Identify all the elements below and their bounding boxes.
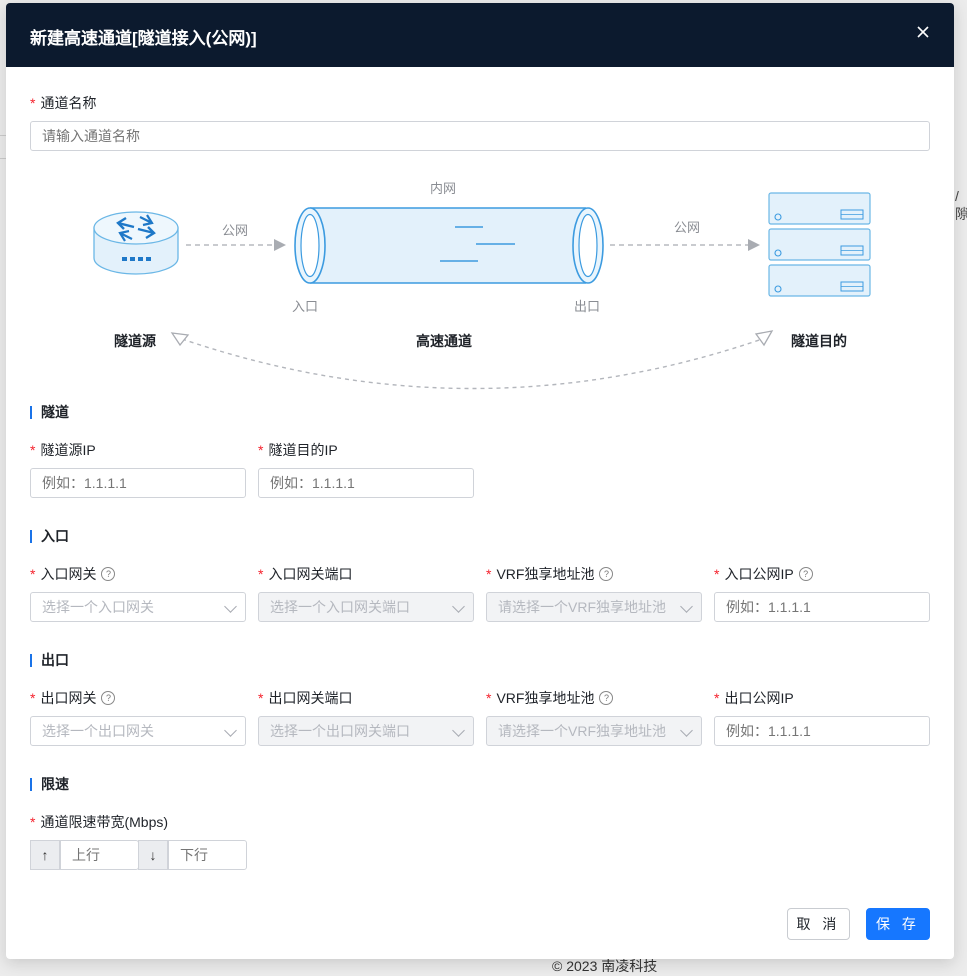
help-icon[interactable]: ?	[101, 691, 116, 705]
chevron-down-icon	[680, 600, 693, 613]
public-net-right-label: 公网	[674, 220, 701, 235]
help-icon[interactable]: ?	[101, 567, 116, 581]
entry-public-ip-input[interactable]	[714, 592, 930, 622]
entry-section-title: 入口	[30, 526, 69, 546]
tunnel-destination-label: 隧道目的	[791, 333, 847, 349]
exit-gateway-select[interactable]: 选择一个出口网关	[30, 716, 246, 746]
exit-vrf-select: 请选择一个VRF独享地址池	[486, 716, 702, 746]
tunnel-pipe-icon	[294, 207, 604, 284]
chevron-down-icon	[224, 724, 237, 737]
exit-port-select: 选择一个出口网关端口	[258, 716, 474, 746]
help-icon[interactable]: ?	[599, 567, 614, 581]
download-bandwidth-input[interactable]	[168, 840, 247, 870]
bandwidth-label: * 通道限速带宽(Mbps)	[30, 814, 169, 830]
tunnel-section-title: 隧道	[30, 402, 69, 422]
entry-gateway-label: * 入口网关?	[30, 564, 116, 584]
entry-port-label: * 入口网关端口	[258, 566, 353, 582]
exit-port-label: * 出口网关端口	[258, 690, 353, 706]
router-icon	[93, 211, 179, 275]
chevron-down-icon	[452, 724, 465, 737]
server-stack-icon	[768, 192, 871, 297]
tunnel-dest-ip-input[interactable]	[258, 468, 474, 498]
public-net-left-label: 公网	[222, 223, 249, 238]
chevron-down-icon	[452, 600, 465, 613]
high-speed-channel-label: 高速通道	[416, 333, 472, 349]
cancel-button[interactable]: 取 消	[787, 908, 850, 940]
help-icon[interactable]: ?	[798, 567, 813, 581]
exit-public-ip-input[interactable]	[714, 716, 930, 746]
upload-bandwidth-input[interactable]	[60, 840, 139, 870]
entry-vrf-label: * VRF独享地址池?	[486, 564, 614, 584]
chevron-down-icon	[680, 724, 693, 737]
rate-section-title: 限速	[30, 774, 69, 794]
tunnel-dest-ip-label: * 隧道目的IP	[258, 442, 338, 458]
entry-label: 入口	[292, 299, 319, 314]
download-arrow-icon: ↓	[138, 840, 168, 870]
exit-vrf-label: * VRF独享地址池?	[486, 688, 614, 708]
create-channel-modal: 新建高速通道[隧道接入(公网)] * 通道名称 请输入通道名称 内网 公网 公网…	[6, 3, 954, 959]
entry-vrf-select: 请选择一个VRF独享地址池	[486, 592, 702, 622]
entry-port-select: 选择一个入口网关端口	[258, 592, 474, 622]
exit-public-ip-label: * 出口公网IP	[714, 690, 794, 706]
tunnel-source-label: 隧道源	[114, 333, 156, 349]
background-text-fragment: /隙	[955, 188, 967, 222]
help-icon[interactable]: ?	[599, 691, 614, 705]
tunnel-source-ip-input[interactable]	[30, 468, 246, 498]
save-button[interactable]: 保 存	[866, 908, 930, 940]
chevron-down-icon	[224, 600, 237, 613]
inner-net-label: 内网	[430, 181, 457, 196]
upload-arrow-icon: ↑	[30, 840, 60, 870]
exit-section-title: 出口	[30, 650, 69, 670]
exit-gateway-label: * 出口网关?	[30, 688, 116, 708]
tunnel-source-ip-label: * 隧道源IP	[30, 442, 96, 458]
exit-label: 出口	[574, 299, 601, 314]
background-footer: © 2023 南凌科技	[552, 958, 658, 974]
entry-gateway-select[interactable]: 选择一个入口网关	[30, 592, 246, 622]
entry-public-ip-label: * 入口公网IP?	[714, 564, 813, 584]
